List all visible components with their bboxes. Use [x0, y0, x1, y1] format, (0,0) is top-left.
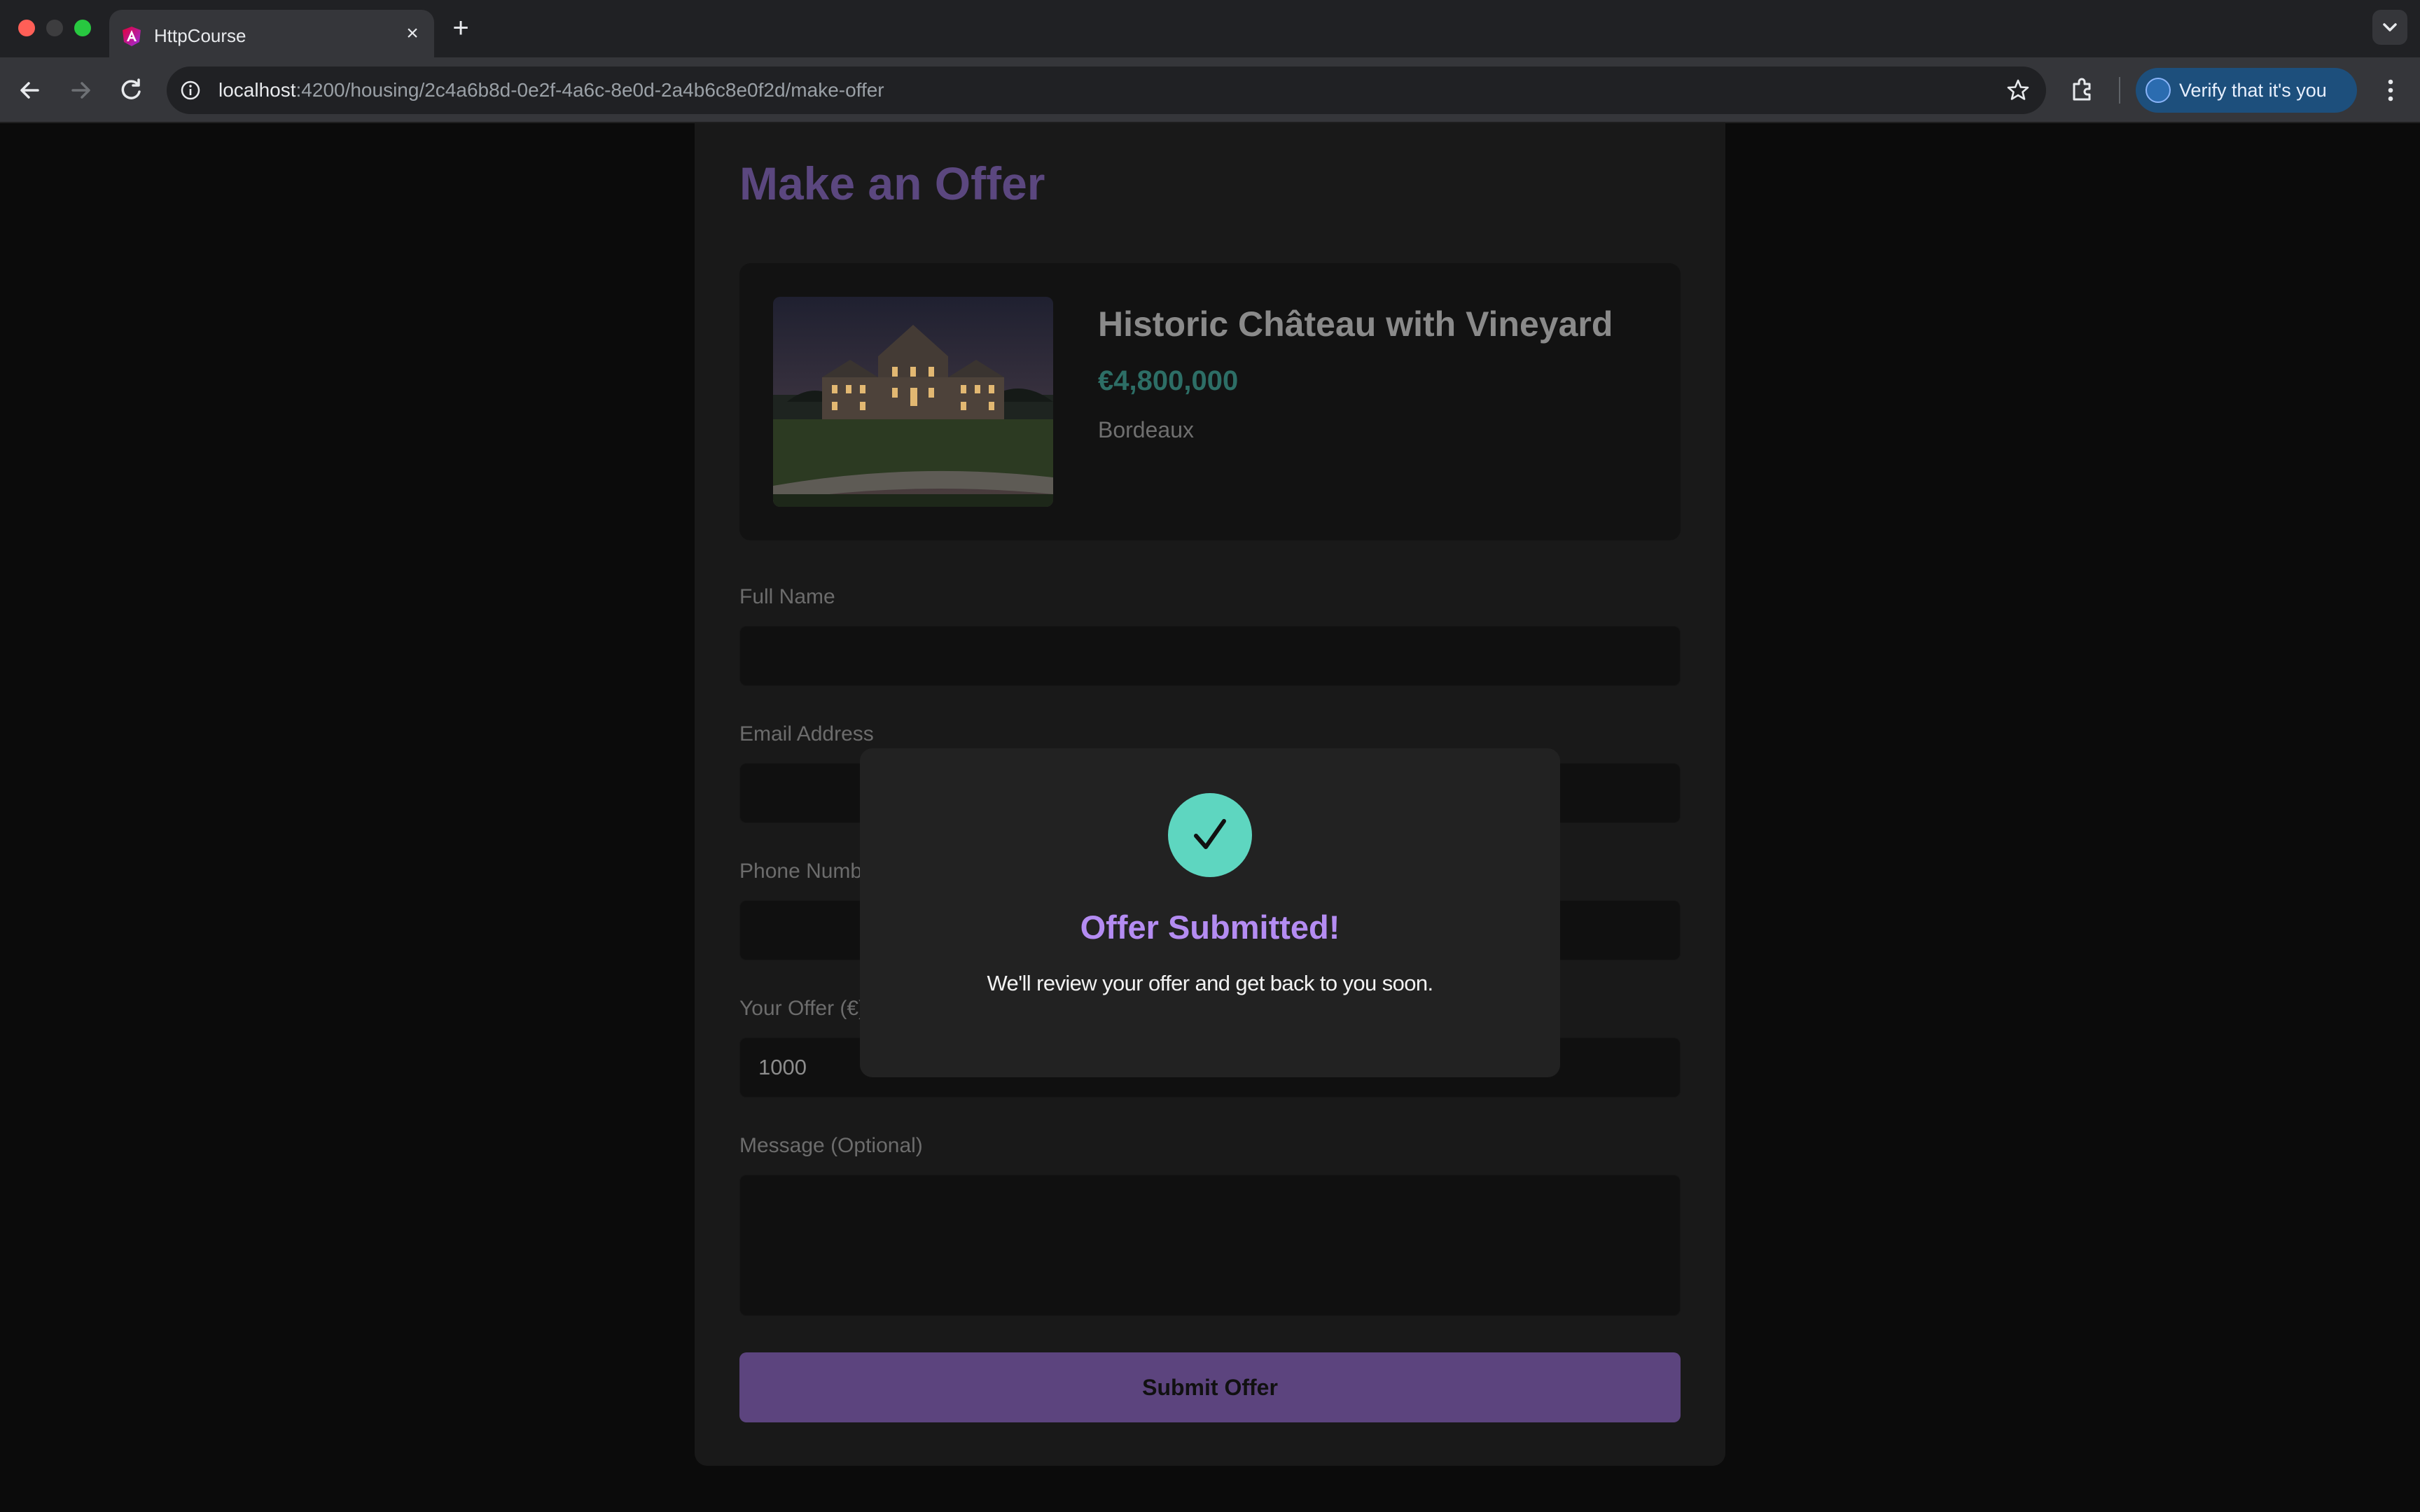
page-title: Make an Offer [739, 158, 1045, 209]
window-close-button[interactable] [18, 20, 35, 36]
success-badge [1168, 793, 1252, 877]
url-path: :4200/housing/2c4a6b8d-0e2f-4a6c-8e0d-2a… [295, 79, 884, 101]
tab-title: HttpCourse [154, 25, 246, 46]
star-icon[interactable] [2005, 78, 2031, 103]
tab-bar: HttpCourse × + [0, 0, 2420, 57]
modal-title: Offer Submitted! [1080, 909, 1340, 946]
verify-label: Verify that it's you [2179, 80, 2327, 101]
reload-icon[interactable] [115, 74, 147, 106]
close-icon[interactable]: × [401, 22, 424, 46]
modal-message: We'll review your offer and get back to … [987, 971, 1433, 995]
toolbar-divider [2119, 77, 2120, 104]
message-textarea[interactable] [739, 1175, 1681, 1316]
info-icon[interactable] [179, 79, 202, 102]
browser-toolbar: localhost:4200/housing/2c4a6b8d-0e2f-4a6… [0, 57, 2420, 123]
property-price: €4,800,000 [1098, 365, 1239, 396]
url-text[interactable]: localhost:4200/housing/2c4a6b8d-0e2f-4a6… [218, 79, 884, 102]
property-photo [773, 297, 1053, 507]
email-label: Email Address [739, 722, 874, 746]
back-arrow-icon[interactable] [14, 74, 46, 106]
success-modal: Offer Submitted! We'll review your offer… [860, 748, 1560, 1077]
submit-offer-button[interactable]: Submit Offer [739, 1352, 1681, 1422]
offer-label: Your Offer (€) [739, 997, 866, 1020]
property-location: Bordeaux [1098, 417, 1194, 442]
full-name-field[interactable] [739, 626, 1681, 686]
checkmark-icon [1194, 819, 1226, 849]
page-viewport: Make an Offer Historic Château with Vine… [0, 123, 2420, 1512]
extensions-icon[interactable] [2067, 74, 2098, 105]
more-vert-icon[interactable] [2375, 74, 2406, 106]
property-title: Historic Château with Vineyard [1098, 304, 1613, 344]
address-bar[interactable]: localhost:4200/housing/2c4a6b8d-0e2f-4a6… [167, 66, 2046, 114]
full-name-label: Full Name [739, 585, 835, 608]
window-maximize-button[interactable] [74, 20, 91, 36]
avatar [2146, 78, 2171, 103]
tab-search-button[interactable] [2372, 10, 2407, 45]
forward-arrow-icon[interactable] [64, 74, 97, 106]
chevron-down-icon [2383, 23, 2397, 31]
new-tab-button[interactable]: + [445, 13, 476, 43]
url-host: localhost [218, 79, 296, 101]
verify-identity-button[interactable]: Verify that it's you [2136, 68, 2357, 113]
window-minimize-button[interactable] [46, 20, 63, 36]
angular-favicon-icon [123, 27, 141, 46]
property-summary: Historic Château with Vineyard €4,800,00… [739, 263, 1681, 540]
browser-tab[interactable]: HttpCourse × [109, 10, 434, 57]
message-label: Message (Optional) [739, 1134, 923, 1157]
